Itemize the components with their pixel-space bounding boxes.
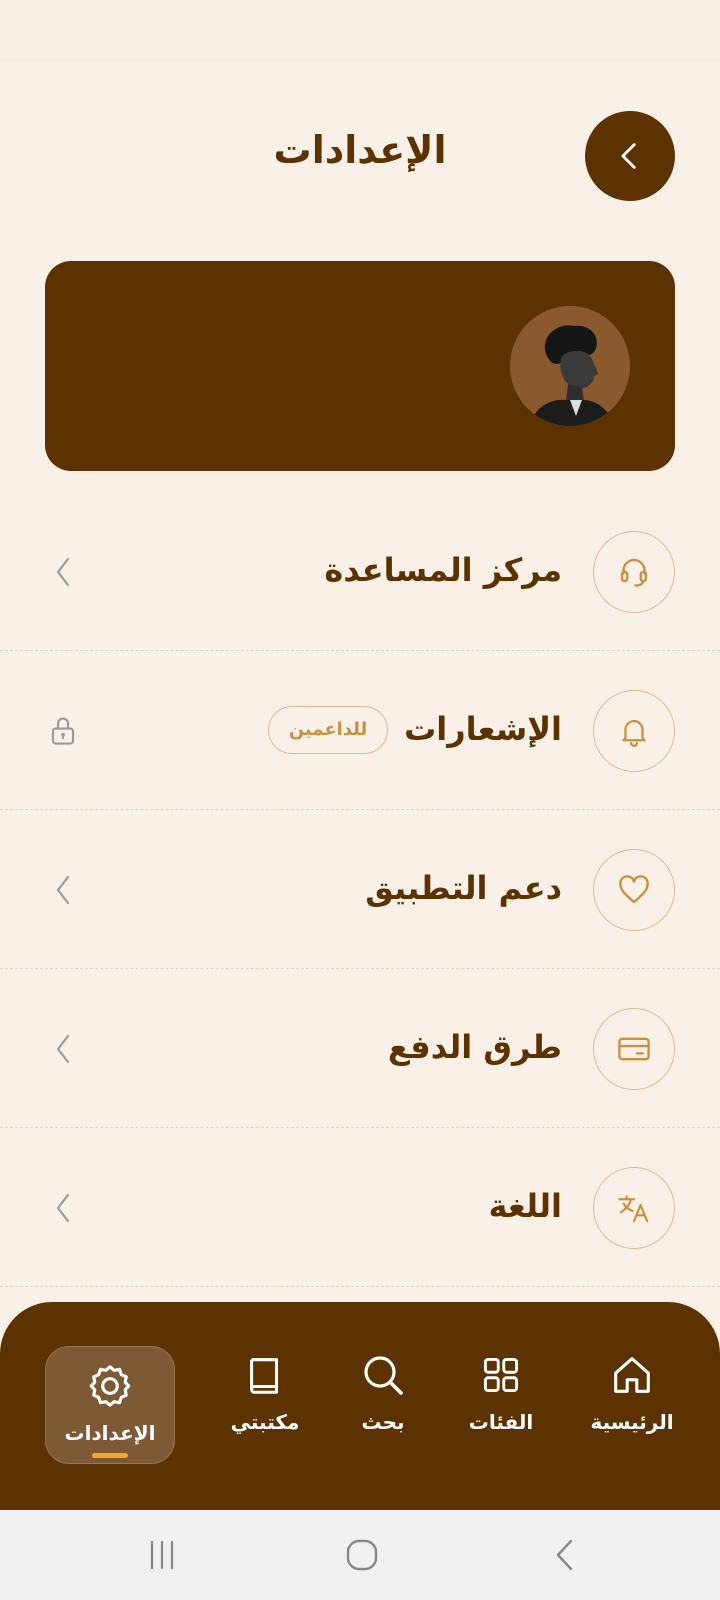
profile-photo	[510, 306, 630, 426]
nav-label: بحث	[361, 1410, 405, 1434]
home-icon	[614, 1357, 650, 1393]
menu-item-help-center[interactable]: مركز المساعدة	[0, 492, 720, 651]
menu-item-label: مركز المساعدة	[324, 551, 562, 589]
chevron-left-icon	[48, 1029, 78, 1069]
nav-label: الرئيسية	[590, 1410, 674, 1434]
avatar[interactable]	[510, 306, 630, 426]
status-bar	[0, 0, 720, 62]
book-icon	[250, 1358, 279, 1394]
back-button[interactable]	[585, 111, 675, 201]
home-circle-icon	[346, 1539, 378, 1571]
nav-item-settings[interactable]: الإعدادات	[45, 1346, 175, 1464]
menu-item-language[interactable]: اللغة	[0, 1128, 720, 1287]
menu-item-payment-methods[interactable]: طرق الدفع	[0, 969, 720, 1128]
recent-apps-icon	[150, 1540, 174, 1570]
bottom-nav: الرئيسية الفئات بحث مكتبتي الإعدادات	[0, 1302, 720, 1510]
home-system-button[interactable]	[342, 1535, 382, 1575]
page-title: الإعدادات	[273, 128, 447, 172]
system-nav-bar	[0, 1510, 720, 1600]
bell-icon	[622, 720, 646, 747]
row-icon-circle	[593, 690, 675, 772]
grid-icon	[483, 1357, 519, 1393]
chevron-left-icon	[48, 1188, 78, 1228]
menu-item-label: الإشعارات	[404, 710, 562, 748]
nav-label: مكتبتي	[230, 1410, 300, 1434]
heart-icon	[619, 875, 649, 904]
recent-apps-button[interactable]	[142, 1535, 182, 1575]
profile-card[interactable]	[45, 261, 675, 471]
menu-item-label: اللغة	[488, 1187, 562, 1225]
search-icon	[364, 1356, 403, 1395]
back-system-button[interactable]	[544, 1535, 584, 1575]
row-icon-circle	[593, 1167, 675, 1249]
lock-icon	[48, 711, 78, 751]
nav-label: الفئات	[468, 1410, 534, 1434]
row-icon-circle	[593, 1008, 675, 1090]
menu-item-label: دعم التطبيق	[365, 869, 562, 907]
active-indicator	[92, 1453, 128, 1458]
chevron-left-icon	[48, 870, 78, 910]
row-icon-circle	[593, 531, 675, 613]
translate-icon	[618, 1195, 649, 1223]
menu-item-support-app[interactable]: دعم التطبيق	[0, 810, 720, 969]
nav-item-categories[interactable]: الفئات	[441, 1332, 561, 1452]
menu-item-label: طرق الدفع	[387, 1028, 562, 1066]
gear-icon	[89, 1365, 131, 1407]
nav-item-home[interactable]: الرئيسية	[572, 1332, 692, 1452]
chevron-left-icon	[621, 143, 636, 169]
back-arrow-icon	[556, 1539, 573, 1571]
supporters-badge: للداعمين	[268, 706, 388, 754]
nav-item-search[interactable]: بحث	[323, 1332, 443, 1452]
nav-item-library[interactable]: مكتبتي	[205, 1332, 325, 1452]
headset-icon	[620, 558, 648, 587]
chevron-left-icon	[48, 552, 78, 592]
card-icon	[618, 1037, 650, 1061]
row-icon-circle	[593, 849, 675, 931]
nav-label: الإعدادات	[64, 1421, 156, 1445]
